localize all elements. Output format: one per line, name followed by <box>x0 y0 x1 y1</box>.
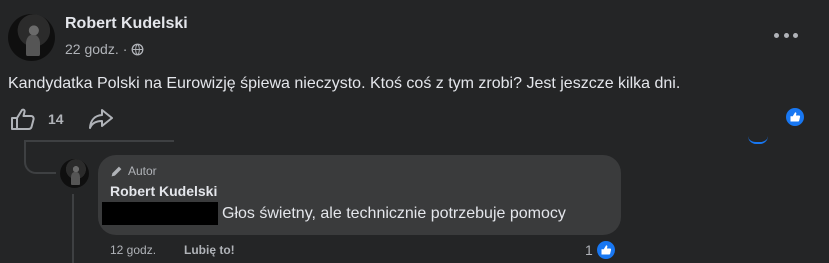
comment-like-button[interactable]: Lubię to! <box>184 243 235 257</box>
comment-reaction-count: 1 <box>585 242 593 258</box>
thread-connector <box>24 142 56 174</box>
comment-author-avatar[interactable] <box>60 159 89 188</box>
post-author-name[interactable]: Robert Kudelski <box>65 15 188 33</box>
author-badge-label: Autor <box>128 164 157 178</box>
more-icon[interactable] <box>774 28 798 42</box>
thread-line-vertical <box>72 194 74 263</box>
thread-line-top <box>24 140 174 142</box>
post-author-avatar[interactable] <box>8 14 55 61</box>
comment-text: Głos świetny, ale technicznie potrzebuje… <box>222 205 566 222</box>
comment-time[interactable]: 12 godz. <box>110 243 156 257</box>
comment-author-name[interactable]: Robert Kudelski <box>110 183 217 199</box>
share-icon[interactable] <box>88 107 114 136</box>
post-like-reaction-icon[interactable] <box>784 106 806 128</box>
like-button[interactable]: 14 <box>10 107 64 131</box>
like-count: 14 <box>48 111 64 127</box>
post-text: Kandydatka Polski na Eurowizję śpiewa ni… <box>8 75 681 92</box>
comment-reactions[interactable]: 1 <box>585 239 617 261</box>
post-meta: 22 godz. · <box>65 41 144 57</box>
author-badge: Autor <box>110 164 157 178</box>
hidden-reaction-edge <box>748 136 768 144</box>
post-time[interactable]: 22 godz. <box>65 41 119 57</box>
globe-icon <box>131 43 144 56</box>
meta-separator: · <box>122 41 128 57</box>
comment-like-reaction-icon <box>594 239 617 261</box>
thumbs-up-icon <box>10 107 36 131</box>
pencil-icon <box>110 165 123 178</box>
redacted-mention <box>102 202 218 225</box>
